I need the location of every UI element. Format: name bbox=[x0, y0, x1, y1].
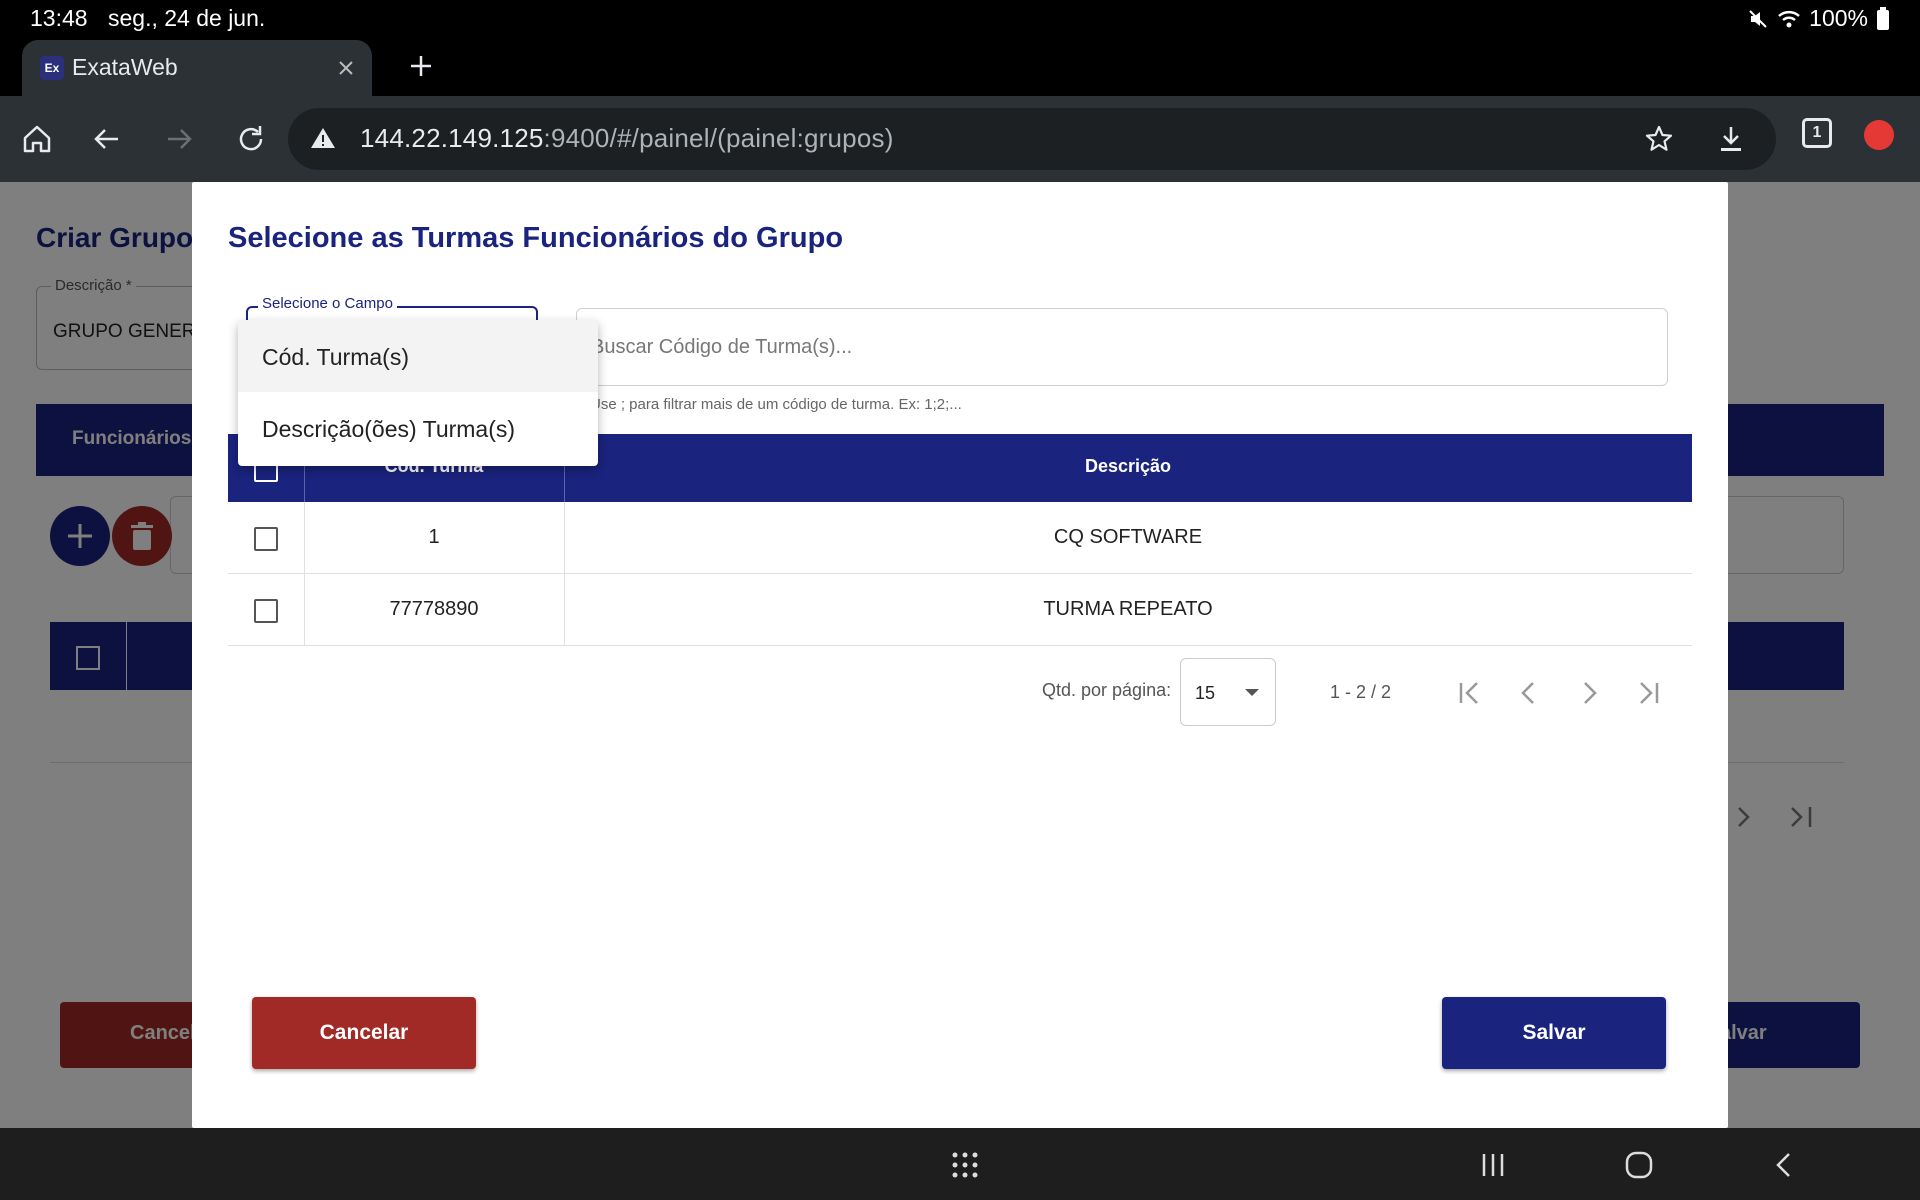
favicon-icon: Ex bbox=[40, 56, 64, 80]
field-select-dropdown: Cód. Turma(s) Descrição(ões) Turma(s) bbox=[238, 320, 598, 466]
paginator: Qtd. por página: 15 1 - 2 / 2 bbox=[192, 658, 1728, 728]
option-descricao-turma[interactable]: Descrição(ões) Turma(s) bbox=[238, 392, 598, 464]
column-header-description[interactable]: Descrição bbox=[564, 456, 1692, 477]
url-host: 144.22.149.125 bbox=[360, 123, 544, 153]
row-checkbox[interactable] bbox=[254, 527, 278, 551]
search-field[interactable] bbox=[576, 308, 1668, 386]
app-drawer-icon[interactable] bbox=[948, 1148, 982, 1182]
per-page-select[interactable]: 15 bbox=[1180, 658, 1276, 726]
system-nav-bar bbox=[0, 1128, 1920, 1200]
status-icons: 100% bbox=[1747, 5, 1890, 32]
table-row[interactable]: 1 CQ SOFTWARE bbox=[228, 502, 1692, 574]
tab-switcher-button[interactable]: 1 bbox=[1802, 118, 1832, 148]
home-icon[interactable] bbox=[18, 120, 56, 158]
back-icon[interactable] bbox=[88, 120, 126, 158]
per-page-label: Qtd. por página: bbox=[1042, 680, 1172, 700]
status-time: 13:48 bbox=[30, 5, 88, 31]
url-path: :9400/#/painel/(painel:grupos) bbox=[543, 123, 894, 153]
battery-icon bbox=[1876, 6, 1890, 31]
close-tab-icon[interactable] bbox=[332, 54, 360, 82]
cancel-button[interactable]: Cancelar bbox=[252, 997, 476, 1069]
browser-tab-strip: Ex ExataWeb bbox=[0, 36, 1920, 96]
search-input[interactable] bbox=[591, 329, 1591, 365]
option-cod-turma[interactable]: Cód. Turma(s) bbox=[238, 320, 598, 392]
next-page-icon[interactable] bbox=[1572, 676, 1606, 710]
row-code: 77778890 bbox=[389, 598, 479, 620]
row-description: CQ SOFTWARE bbox=[1053, 526, 1203, 548]
row-description: TURMA REPEATO bbox=[1043, 598, 1213, 620]
tab-title: ExataWeb bbox=[72, 54, 178, 80]
previous-page-icon[interactable] bbox=[1512, 676, 1546, 710]
url-text[interactable]: 144.22.149.125:9400/#/painel/(painel:gru… bbox=[360, 123, 894, 154]
home-nav-icon[interactable] bbox=[1622, 1148, 1656, 1182]
status-bar: 13:48 seg., 24 de jun. 100% bbox=[0, 0, 1920, 36]
download-icon[interactable] bbox=[1716, 124, 1746, 154]
last-page-icon[interactable] bbox=[1632, 676, 1666, 710]
row-checkbox[interactable] bbox=[254, 599, 278, 623]
first-page-icon[interactable] bbox=[1452, 676, 1486, 710]
not-secure-icon[interactable] bbox=[310, 126, 336, 150]
search-hint: Use ; para filtrar mais de um código de … bbox=[590, 396, 962, 413]
field-select-label: Selecione o Campo bbox=[258, 295, 397, 312]
browser-tab[interactable]: Ex ExataWeb bbox=[22, 40, 372, 96]
new-tab-icon[interactable] bbox=[405, 50, 437, 82]
save-button[interactable]: Salvar bbox=[1442, 997, 1666, 1069]
forward-icon[interactable] bbox=[160, 120, 198, 158]
per-page-value: 15 bbox=[1195, 683, 1216, 703]
caret-down-icon bbox=[1245, 689, 1259, 696]
reload-icon[interactable] bbox=[232, 120, 270, 158]
dialog-title: Selecione as Turmas Funcionários do Grup… bbox=[228, 222, 844, 254]
page-range: 1 - 2 / 2 bbox=[1330, 682, 1392, 702]
table-row[interactable]: 77778890 TURMA REPEATO bbox=[228, 574, 1692, 646]
recent-apps-icon[interactable] bbox=[1476, 1148, 1510, 1182]
address-bar[interactable]: 144.22.149.125:9400/#/painel/(painel:gru… bbox=[288, 108, 1776, 170]
bookmark-star-icon[interactable] bbox=[1644, 124, 1674, 154]
browser-toolbar: 144.22.149.125:9400/#/painel/(painel:gru… bbox=[0, 96, 1920, 182]
battery-level: 100% bbox=[1809, 5, 1868, 31]
profile-avatar-icon[interactable] bbox=[1864, 120, 1894, 150]
wifi-icon bbox=[1777, 8, 1801, 30]
status-date: seg., 24 de jun. bbox=[108, 5, 266, 31]
row-code: 1 bbox=[428, 526, 440, 548]
back-nav-icon[interactable] bbox=[1768, 1148, 1802, 1182]
mute-icon bbox=[1747, 8, 1769, 30]
